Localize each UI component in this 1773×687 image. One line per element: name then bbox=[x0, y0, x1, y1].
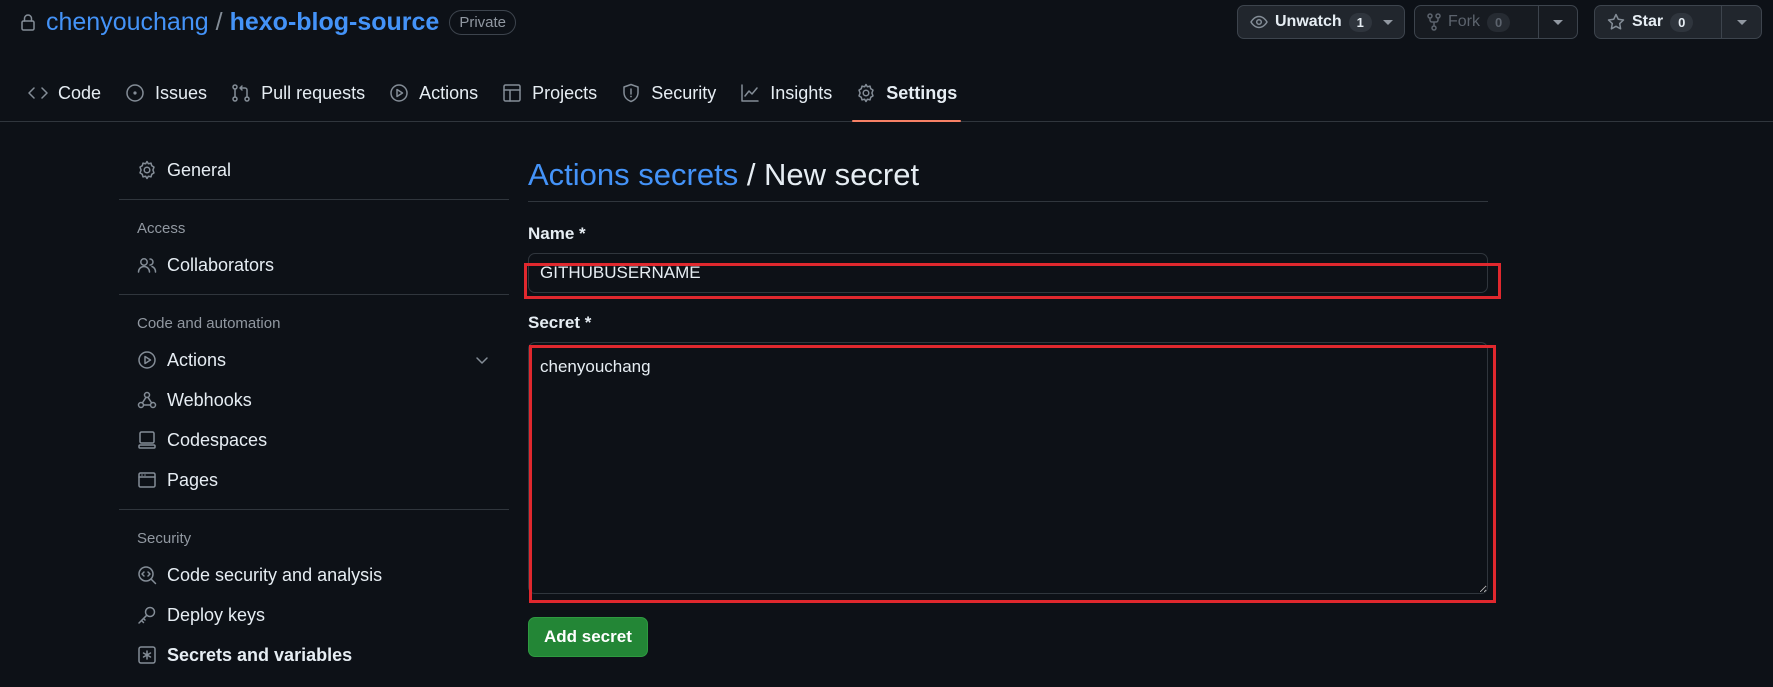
star-button-group: Star 0 bbox=[1594, 5, 1762, 39]
chevron-down-icon bbox=[1382, 19, 1393, 25]
codescan-icon bbox=[137, 565, 157, 585]
sidebar-item-pages[interactable]: Pages bbox=[119, 460, 509, 500]
sidebar-heading-security: Security bbox=[137, 529, 192, 547]
tab-label: Projects bbox=[532, 82, 598, 103]
sidebar-item-label: Codespaces bbox=[167, 429, 268, 450]
chevron-down-icon[interactable] bbox=[475, 355, 489, 365]
asterisk-icon bbox=[137, 645, 157, 665]
star-dropdown-button[interactable] bbox=[1721, 6, 1761, 38]
sidebar-item-general[interactable]: General bbox=[119, 150, 509, 190]
sidebar-divider bbox=[119, 199, 509, 200]
fork-dropdown-button[interactable] bbox=[1537, 6, 1577, 38]
sidebar-item-label: General bbox=[167, 159, 232, 180]
play-icon bbox=[389, 83, 409, 103]
sidebar-item-label: Pages bbox=[167, 469, 219, 490]
eye-icon bbox=[1250, 15, 1268, 29]
sidebar-item-label: Collaborators bbox=[167, 254, 275, 275]
repo-nav: Code Issues Pull requests Actions Projec… bbox=[16, 73, 969, 122]
sidebar-item-label: Secrets and variables bbox=[167, 644, 353, 665]
sidebar-item-label: Actions bbox=[167, 349, 227, 370]
graph-icon bbox=[740, 83, 760, 103]
tab-label: Issues bbox=[155, 82, 208, 103]
sidebar-item-codespaces[interactable]: Codespaces bbox=[119, 420, 509, 460]
fork-button-group: Fork 0 bbox=[1414, 5, 1578, 39]
name-field-wrapper bbox=[528, 253, 1488, 293]
breadcrumb-current: / New secret bbox=[738, 156, 920, 192]
sidebar-item-secrets[interactable]: Secrets and variables bbox=[119, 635, 509, 675]
table-icon bbox=[502, 83, 522, 103]
shield-icon bbox=[621, 83, 641, 103]
gear-icon bbox=[856, 83, 876, 103]
unwatch-label: Unwatch bbox=[1275, 13, 1342, 30]
gear-icon bbox=[137, 160, 157, 180]
people-icon bbox=[137, 255, 157, 275]
tab-code[interactable]: Code bbox=[16, 73, 113, 113]
sidebar-item-label: Deploy keys bbox=[167, 604, 266, 625]
star-counter: 0 bbox=[1670, 12, 1694, 32]
tab-security[interactable]: Security bbox=[609, 73, 728, 113]
tab-projects[interactable]: Projects bbox=[490, 73, 609, 113]
sidebar-item-code-security[interactable]: Code security and analysis bbox=[119, 555, 509, 595]
tab-label: Actions bbox=[419, 82, 479, 103]
browser-icon bbox=[137, 470, 157, 490]
tab-pull-requests[interactable]: Pull requests bbox=[219, 73, 377, 113]
sidebar-divider bbox=[119, 509, 509, 510]
secret-value-textarea[interactable]: chenyouchang bbox=[528, 342, 1488, 594]
secret-name-input[interactable] bbox=[528, 253, 1488, 293]
sidebar-item-deploy-keys[interactable]: Deploy keys bbox=[119, 595, 509, 635]
lock-icon bbox=[20, 13, 36, 31]
watch-counter: 1 bbox=[1348, 12, 1372, 32]
tab-label: Pull requests bbox=[261, 82, 366, 103]
sidebar-item-actions[interactable]: Actions bbox=[119, 340, 509, 380]
repo-owner-link[interactable]: chenyouchang bbox=[46, 8, 209, 37]
sidebar-heading-automation: Code and automation bbox=[137, 314, 281, 332]
sidebar-item-webhooks[interactable]: Webhooks bbox=[119, 380, 509, 420]
tab-label: Settings bbox=[886, 82, 958, 103]
secret-label: Secret * bbox=[528, 313, 592, 332]
fork-button[interactable]: Fork 0 bbox=[1415, 6, 1538, 38]
pull-request-icon bbox=[231, 83, 251, 103]
sidebar-heading-access: Access bbox=[137, 219, 186, 237]
fork-label: Fork bbox=[1448, 13, 1480, 30]
page-title: Actions secrets / New secret bbox=[528, 150, 1488, 202]
fork-counter: 0 bbox=[1487, 12, 1511, 32]
codespaces-icon bbox=[137, 430, 157, 450]
tab-label: Code bbox=[58, 82, 102, 103]
sidebar-divider bbox=[119, 294, 509, 295]
name-label: Name * bbox=[528, 224, 586, 243]
sidebar-item-label: Code security and analysis bbox=[167, 564, 383, 585]
tab-issues[interactable]: Issues bbox=[113, 73, 219, 113]
star-button[interactable]: Star 0 bbox=[1595, 6, 1721, 38]
tab-insights[interactable]: Insights bbox=[728, 73, 844, 113]
chevron-down-icon bbox=[1736, 19, 1747, 25]
tab-label: Security bbox=[651, 82, 717, 103]
webhook-icon bbox=[137, 390, 157, 410]
main-content: Actions secrets / New secret Name * Secr… bbox=[528, 150, 1488, 657]
key-icon bbox=[137, 605, 157, 625]
tab-label: Insights bbox=[770, 82, 833, 103]
code-icon bbox=[28, 85, 48, 101]
settings-sidebar: General Access Collaborators Code and au… bbox=[119, 150, 509, 675]
star-label: Star bbox=[1632, 13, 1664, 30]
repo-header: chenyouchang / hexo-blog-source Private … bbox=[0, 0, 1773, 122]
sidebar-item-collaborators[interactable]: Collaborators bbox=[119, 245, 509, 285]
play-icon bbox=[137, 350, 157, 370]
repo-name-link[interactable]: hexo-blog-source bbox=[230, 8, 440, 37]
chevron-down-icon bbox=[1552, 19, 1563, 25]
add-secret-button[interactable]: Add secret bbox=[528, 617, 648, 657]
repo-separator: / bbox=[215, 7, 223, 36]
breadcrumb-actions-secrets-link[interactable]: Actions secrets bbox=[528, 157, 738, 193]
repo-title: chenyouchang / hexo-blog-source Private bbox=[20, 7, 517, 37]
visibility-badge: Private bbox=[449, 9, 517, 35]
issue-icon bbox=[125, 83, 145, 103]
tab-actions[interactable]: Actions bbox=[377, 73, 490, 113]
sidebar-item-label: Webhooks bbox=[167, 389, 252, 410]
tab-settings[interactable]: Settings bbox=[844, 73, 969, 122]
unwatch-button[interactable]: Unwatch 1 bbox=[1238, 6, 1404, 38]
star-icon bbox=[1607, 13, 1625, 31]
watch-button-group: Unwatch 1 bbox=[1237, 5, 1405, 39]
fork-icon bbox=[1427, 13, 1441, 31]
